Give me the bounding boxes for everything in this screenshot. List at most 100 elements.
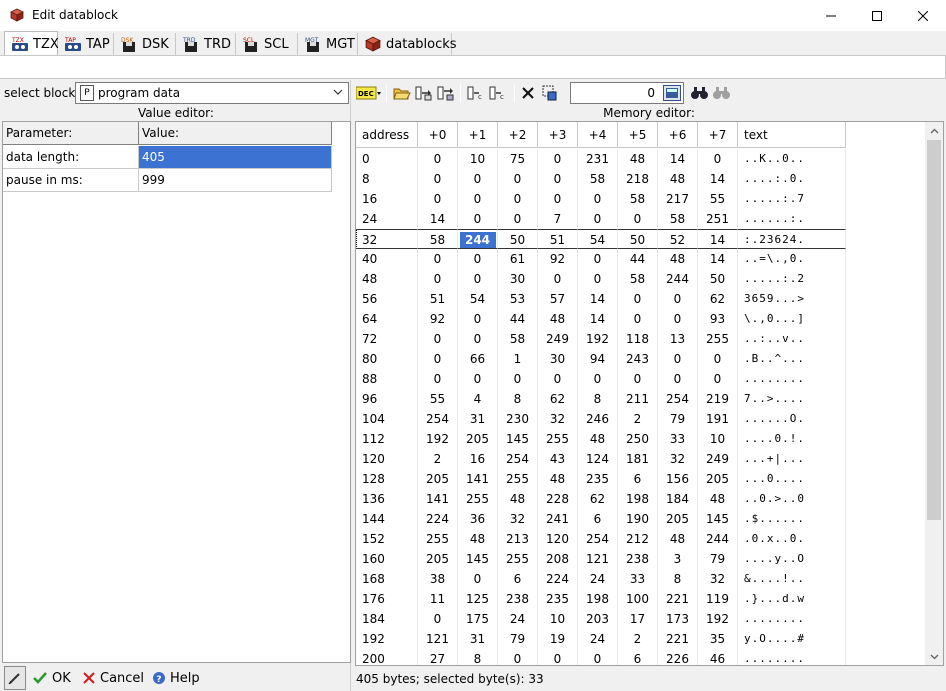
byte-cell[interactable]: 192 xyxy=(418,429,458,449)
byte-cell[interactable]: 55 xyxy=(418,389,458,409)
byte-cell[interactable]: 0 xyxy=(658,309,698,329)
append-bytes-button[interactable] xyxy=(436,84,456,102)
byte-cell[interactable]: 120 xyxy=(538,529,578,549)
byte-cell[interactable]: 10 xyxy=(698,429,738,449)
byte-cell[interactable]: 0 xyxy=(578,649,618,665)
byte-cell[interactable]: 0 xyxy=(538,189,578,209)
byte-cell[interactable]: 8 xyxy=(458,649,498,665)
byte-cell[interactable]: 244 xyxy=(698,529,738,549)
edit-pen-button[interactable] xyxy=(4,666,26,690)
memory-grid[interactable]: address +0 +1 +2 +3 +4 +5 +6 +7 text 0 0 10 75 0 231 48… xyxy=(355,121,944,666)
param-value[interactable]: 999 xyxy=(139,169,332,192)
tab-tap[interactable]: TAP TAP xyxy=(58,33,114,55)
byte-cell[interactable]: 8 xyxy=(498,389,538,409)
byte-cell[interactable]: 145 xyxy=(458,549,498,569)
byte-cell[interactable]: 0 xyxy=(418,169,458,189)
maximize-button[interactable] xyxy=(854,0,900,31)
byte-cell[interactable]: 62 xyxy=(538,389,578,409)
byte-cell[interactable]: 235 xyxy=(578,469,618,489)
byte-cell[interactable]: 208 xyxy=(538,549,578,569)
byte-cell[interactable]: 244 xyxy=(658,269,698,289)
text-cell[interactable]: \.,0...] xyxy=(738,309,846,329)
byte-cell[interactable]: 50 xyxy=(498,229,538,249)
byte-cell[interactable]: 58 xyxy=(498,329,538,349)
byte-cell[interactable]: 254 xyxy=(658,389,698,409)
text-cell[interactable]: .....:.2 xyxy=(738,269,846,289)
byte-cell[interactable]: 0 xyxy=(458,169,498,189)
byte-cell[interactable]: 0 xyxy=(618,309,658,329)
byte-cell[interactable]: 235 xyxy=(538,589,578,609)
select-range-button[interactable] xyxy=(540,84,560,102)
byte-cell[interactable]: 145 xyxy=(698,509,738,529)
byte-cell[interactable]: 0 xyxy=(578,249,618,269)
help-button[interactable]: ? Help xyxy=(152,666,204,690)
scroll-thumb[interactable] xyxy=(927,140,941,520)
byte-cell[interactable]: 0 xyxy=(418,149,458,169)
byte-cell[interactable]: 51 xyxy=(418,289,458,309)
byte-cell[interactable]: 0 xyxy=(458,189,498,209)
byte-cell[interactable]: 27 xyxy=(418,649,458,665)
byte-cell[interactable]: 79 xyxy=(698,549,738,569)
byte-cell[interactable]: 14 xyxy=(658,149,698,169)
byte-cell[interactable]: 14 xyxy=(698,169,738,189)
byte-cell[interactable]: 255 xyxy=(498,469,538,489)
byte-cell[interactable]: 58 xyxy=(618,189,658,209)
byte-cell[interactable]: 79 xyxy=(658,409,698,429)
byte-cell[interactable]: 43 xyxy=(538,449,578,469)
block-select[interactable]: P program data xyxy=(75,82,349,104)
byte-cell[interactable]: 125 xyxy=(458,589,498,609)
byte-cell[interactable]: 6 xyxy=(618,649,658,665)
text-cell[interactable]: ....:.0. xyxy=(738,169,846,189)
byte-cell[interactable]: 205 xyxy=(458,429,498,449)
export-button[interactable]: c xyxy=(466,84,486,102)
byte-cell[interactable]: 6 xyxy=(498,569,538,589)
byte-cell[interactable]: 30 xyxy=(538,349,578,369)
byte-cell[interactable]: 145 xyxy=(498,429,538,449)
tab-trd[interactable]: TRD TRD xyxy=(176,33,236,55)
byte-cell[interactable]: 121 xyxy=(578,549,618,569)
byte-cell[interactable]: 0 xyxy=(578,369,618,389)
close-button[interactable] xyxy=(900,0,946,31)
byte-cell[interactable]: 0 xyxy=(538,149,578,169)
text-cell[interactable]: .}...d.w xyxy=(738,589,846,609)
byte-cell[interactable]: 44 xyxy=(618,249,658,269)
byte-cell[interactable]: 224 xyxy=(418,509,458,529)
byte-cell[interactable]: 100 xyxy=(618,589,658,609)
byte-cell[interactable]: 55 xyxy=(698,189,738,209)
byte-cell[interactable]: 32 xyxy=(698,569,738,589)
byte-cell[interactable]: 8 xyxy=(578,389,618,409)
byte-cell[interactable]: 48 xyxy=(658,529,698,549)
byte-cell[interactable]: 58 xyxy=(658,209,698,229)
byte-cell[interactable]: 0 xyxy=(418,609,458,629)
byte-cell[interactable]: 124 xyxy=(578,449,618,469)
byte-cell[interactable]: 198 xyxy=(578,589,618,609)
text-cell[interactable]: .0.x..0. xyxy=(738,529,846,549)
byte-cell[interactable]: 0 xyxy=(498,209,538,229)
byte-cell[interactable]: 16 xyxy=(458,449,498,469)
byte-cell[interactable]: 0 xyxy=(698,369,738,389)
tab-dsk[interactable]: DSK DSK xyxy=(114,33,176,55)
byte-cell[interactable]: 250 xyxy=(618,429,658,449)
byte-cell[interactable]: 119 xyxy=(698,589,738,609)
text-cell[interactable]: ........ xyxy=(738,649,846,665)
byte-cell[interactable]: 213 xyxy=(498,529,538,549)
scroll-up-button[interactable] xyxy=(925,122,943,139)
byte-cell[interactable]: 212 xyxy=(618,529,658,549)
byte-cell[interactable]: 224 xyxy=(538,569,578,589)
byte-cell[interactable]: 0 xyxy=(418,369,458,389)
byte-cell[interactable]: 11 xyxy=(418,589,458,609)
byte-cell[interactable]: 255 xyxy=(538,429,578,449)
byte-cell[interactable]: 184 xyxy=(658,489,698,509)
byte-cell[interactable]: 0 xyxy=(458,329,498,349)
byte-cell[interactable]: 230 xyxy=(498,409,538,429)
byte-cell[interactable]: 14 xyxy=(698,249,738,269)
byte-cell[interactable]: 66 xyxy=(458,349,498,369)
byte-cell[interactable]: 14 xyxy=(578,309,618,329)
byte-cell[interactable]: 3 xyxy=(658,549,698,569)
byte-cell[interactable]: 48 xyxy=(578,429,618,449)
text-cell[interactable]: ....0.!. xyxy=(738,429,846,449)
byte-cell[interactable]: 255 xyxy=(498,549,538,569)
byte-cell[interactable]: 31 xyxy=(458,629,498,649)
text-cell[interactable]: ........ xyxy=(738,609,846,629)
byte-cell[interactable]: 48 xyxy=(658,249,698,269)
